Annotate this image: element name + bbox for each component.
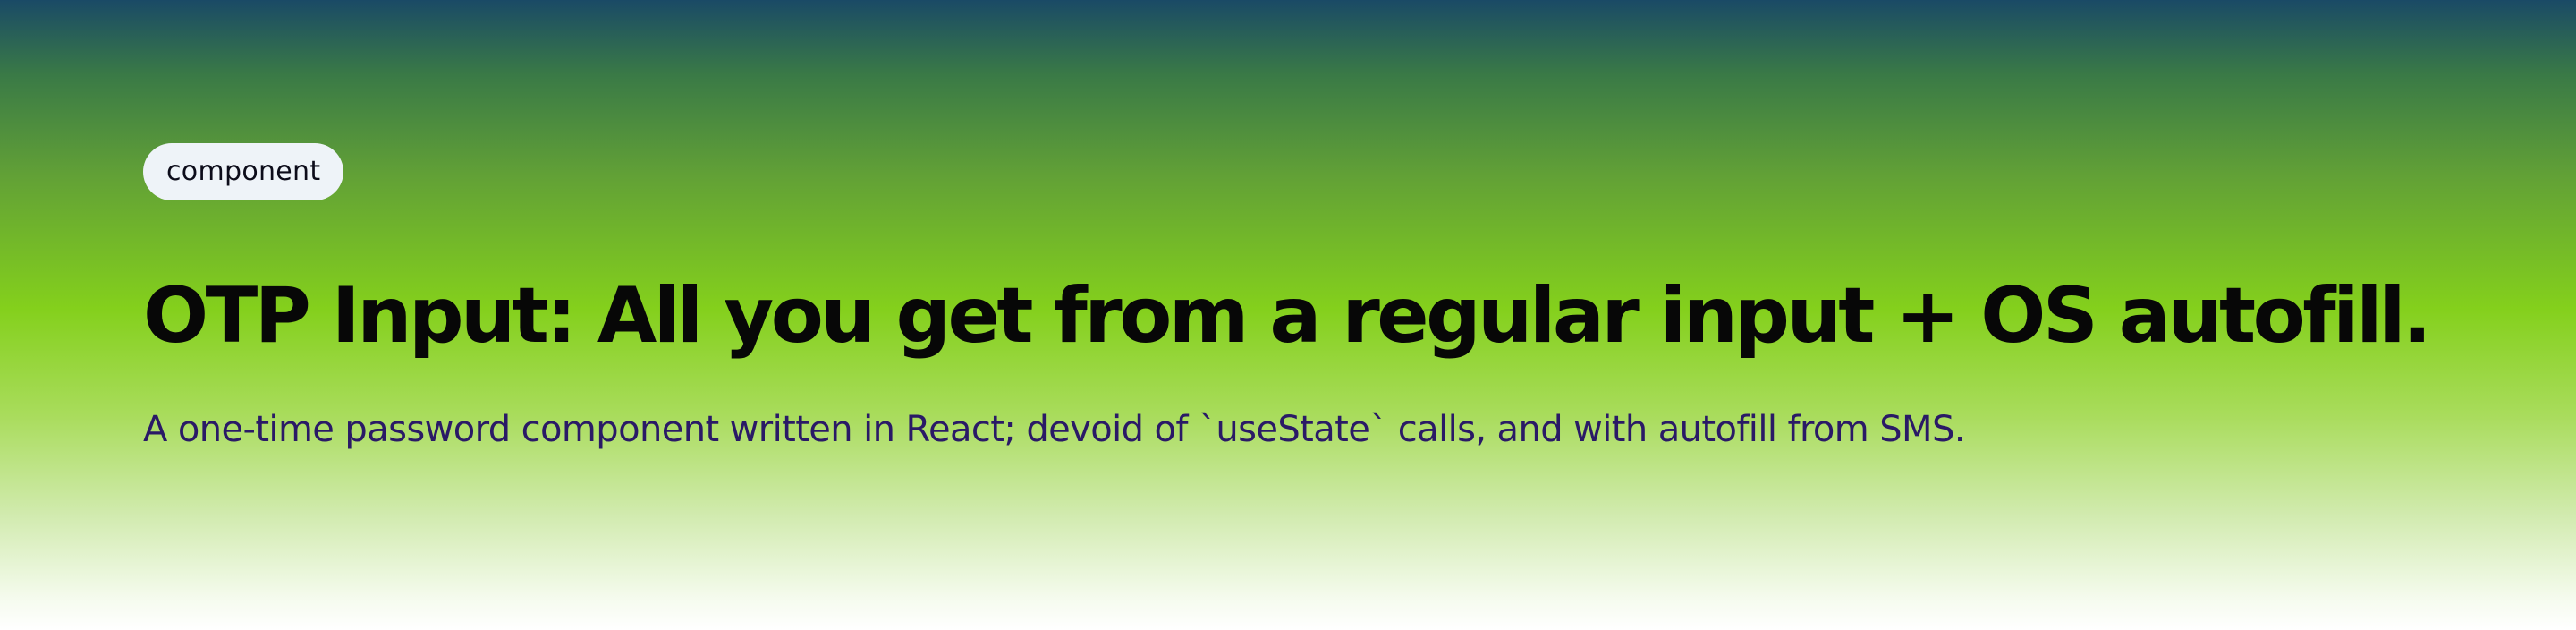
- page-subtitle: A one-time password component written in…: [143, 409, 1965, 450]
- hero-banner: component OTP Input: All you get from a …: [0, 0, 2576, 630]
- page-title: OTP Input: All you get from a regular in…: [143, 271, 2432, 361]
- category-badge: component: [143, 143, 344, 200]
